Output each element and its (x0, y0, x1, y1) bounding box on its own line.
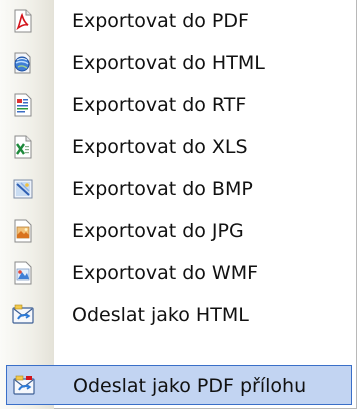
menu-item-export-xls[interactable]: Exportovat do XLS (0, 126, 355, 168)
menu-item-label: Exportovat do RTF (72, 94, 247, 116)
menu-item-label: Exportovat do XLS (72, 136, 248, 158)
menu-item-label: Exportovat do PDF (72, 10, 249, 32)
menu-item-send-pdf-attachment[interactable]: Odeslat jako PDF přílohu (6, 365, 352, 405)
menu-item-export-pdf[interactable]: Exportovat do PDF (0, 0, 355, 42)
menu-item-label: Exportovat do BMP (72, 178, 253, 200)
menu-item-export-bmp[interactable]: Exportovat do BMP (0, 168, 355, 210)
pdf-file-icon (14, 9, 32, 33)
menu-item-label: Odeslat jako PDF přílohu (73, 375, 307, 397)
menu-item-label: Exportovat do JPG (72, 220, 244, 242)
menu-item-export-rtf[interactable]: Exportovat do RTF (0, 84, 355, 126)
rtf-document-icon (14, 93, 32, 117)
menu-item-label: Odeslat jako HTML (72, 304, 249, 326)
excel-spreadsheet-icon (14, 135, 32, 159)
wmf-image-icon (14, 261, 32, 285)
export-context-menu: Exportovat do PDF Exportovat do HTML Exp… (0, 0, 357, 409)
send-email-pdf-icon (13, 375, 35, 395)
send-email-html-icon (12, 304, 34, 324)
menu-item-export-jpg[interactable]: Exportovat do JPG (0, 210, 355, 252)
menu-item-label: Exportovat do WMF (72, 262, 259, 284)
html-globe-icon (14, 52, 31, 74)
bitmap-image-icon (13, 179, 33, 199)
menu-item-export-wmf[interactable]: Exportovat do WMF (0, 252, 355, 294)
menu-item-label: Exportovat do HTML (72, 52, 265, 74)
menu-item-send-html[interactable]: Odeslat jako HTML (0, 294, 355, 336)
jpg-image-icon (14, 219, 32, 243)
menu-item-export-html[interactable]: Exportovat do HTML (0, 42, 355, 84)
